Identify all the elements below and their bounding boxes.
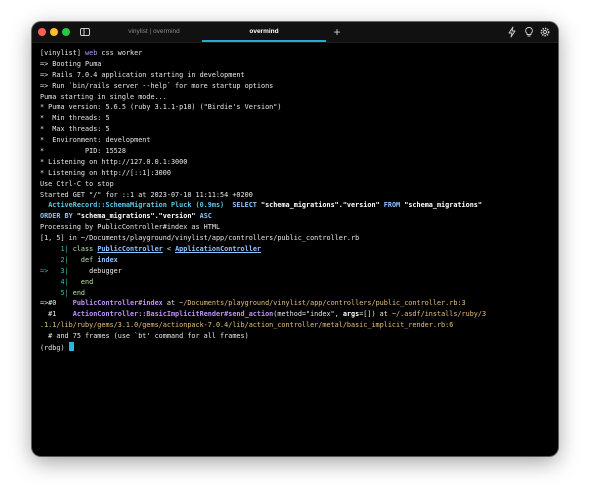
terminal-line: * Environment: development <box>40 135 552 146</box>
sidebar-icon[interactable] <box>79 26 91 38</box>
terminal-line: 1| class PublicController < ApplicationC… <box>40 244 552 255</box>
terminal-text: => Rails 7.0.4 application starting in d… <box>40 70 245 79</box>
terminal-line: [1, 5] in ~/Documents/playground/vinylis… <box>40 233 552 244</box>
lightning-icon[interactable] <box>506 26 518 38</box>
terminal-line: ORDER BY "schema_migrations"."version" A… <box>40 211 552 222</box>
terminal-text: =>#0 <box>40 299 73 308</box>
terminal-line: Processing by PublicController#index as … <box>40 222 552 233</box>
close-button[interactable] <box>38 28 46 36</box>
terminal-text: (method="index", <box>273 310 343 319</box>
terminal-text: index <box>97 255 118 264</box>
terminal-text: [1, 5] in ~/Documents/playground/vinylis… <box>40 234 360 243</box>
terminal-line: ActiveRecord::SchemaMigration Pluck (0.9… <box>40 200 552 211</box>
terminal-text: 4| <box>40 277 81 286</box>
tab-overmind[interactable]: overmind <box>202 22 326 42</box>
terminal-text: => 3| <box>40 266 90 275</box>
terminal-text: ActionController::BasicImplicitRender#se… <box>72 310 274 319</box>
terminal-line: * Max threads: 5 <box>40 124 552 135</box>
terminal-text: * PID: 15528 <box>40 147 126 156</box>
terminal-text: end <box>72 288 86 297</box>
terminal-text: * Puma version: 5.6.5 (ruby 3.1.1-p18) (… <box>40 103 282 112</box>
terminal-text: * Listening on http://127.0.0.1:3000 <box>40 157 188 166</box>
terminal-text: SELECT <box>232 201 257 210</box>
terminal-text: =[]) at <box>359 310 392 319</box>
terminal-text: ApplicationController <box>175 245 262 254</box>
terminal-text: Puma starting in single mode... <box>40 92 167 101</box>
terminal-text: ~/.asdf/installs/ruby/3 <box>391 310 487 319</box>
title-bar: vinylist | overmind overmind + <box>32 22 558 43</box>
terminal-text: "schema_migrations" <box>400 201 482 210</box>
terminal-text: .1.1/lib/ruby/gems/3.1.0/gems/actionpack… <box>40 321 454 330</box>
terminal-line: => Booting Puma <box>40 59 552 70</box>
terminal-text: # and 75 frames (use `bt' command for al… <box>40 332 249 341</box>
terminal-text: PublicController <box>97 245 163 254</box>
terminal-text: #1 <box>40 310 73 319</box>
tab-vinylist-overmind[interactable]: vinylist | overmind <box>92 22 216 42</box>
terminal-text: ORDER BY <box>40 212 73 221</box>
terminal-text: Processing by PublicController#index as … <box>40 223 221 232</box>
terminal-text: class <box>72 245 94 254</box>
terminal-window: vinylist | overmind overmind + [vinylist… <box>32 22 558 456</box>
terminal-line: * PID: 15528 <box>40 146 552 157</box>
terminal-text: 1| <box>40 245 73 254</box>
terminal-text: ASC <box>199 212 212 221</box>
terminal-text: web <box>85 49 98 57</box>
terminal-text: Use Ctrl-C to stop <box>40 179 114 188</box>
terminal-line: #1 ActionController::BasicImplicitRender… <box>40 309 552 320</box>
terminal-text: ActiveRecord::SchemaMigration Pluck (0.9… <box>48 201 225 210</box>
lightbulb-icon[interactable] <box>523 26 535 38</box>
terminal-line: * Listening on http://[::1]:3000 <box>40 168 552 179</box>
terminal-line: [vinylist] web css worker <box>40 48 552 59</box>
terminal-line: (rdbg) <box>40 342 552 353</box>
terminal-text: args <box>342 310 360 319</box>
terminal-text: ~/Documents/playground/vinylist/app/cont… <box>179 299 466 308</box>
terminal-text: * Min threads: 5 <box>40 114 110 123</box>
terminal-text: => Run `bin/rails server --help` for mor… <box>40 81 274 90</box>
terminal-line: * Min threads: 5 <box>40 113 552 124</box>
terminal-line: 5| end <box>40 288 552 299</box>
terminal-line: => Rails 7.0.4 application starting in d… <box>40 70 552 81</box>
terminal-line: Use Ctrl-C to stop <box>40 179 552 190</box>
terminal-text: PublicController#index <box>72 299 163 308</box>
terminal-cursor <box>68 342 74 352</box>
minimize-button[interactable] <box>50 28 58 36</box>
zoom-button[interactable] <box>62 28 70 36</box>
terminal-text: def <box>80 255 94 264</box>
terminal-line: Puma starting in single mode... <box>40 92 552 103</box>
terminal-text: FROM <box>383 201 401 210</box>
terminal-line: .1.1/lib/ruby/gems/3.1.0/gems/actionpack… <box>40 320 552 331</box>
terminal-text: * Environment: development <box>40 136 151 145</box>
terminal-line: * Listening on http://127.0.0.1:3000 <box>40 157 552 168</box>
terminal-text: "schema_migrations"."version" <box>72 212 200 221</box>
terminal-line: 2| def index <box>40 255 552 266</box>
terminal-text: * Max threads: 5 <box>40 125 110 134</box>
terminal-line: => Run `bin/rails server --help` for mor… <box>40 81 552 92</box>
terminal-text: (rdbg) <box>40 344 69 353</box>
terminal-text: debugger <box>89 266 122 275</box>
terminal-text: => Booting Puma <box>40 59 102 68</box>
terminal-line: Started GET "/" for ::1 at 2023-07-18 11… <box>40 190 552 201</box>
terminal-line: =>#0 PublicController#index at ~/Documen… <box>40 298 552 309</box>
new-tab-button[interactable]: + <box>330 25 344 39</box>
terminal-line: * Puma version: 5.6.5 (ruby 3.1.1-p18) (… <box>40 102 552 113</box>
terminal-text: "schema_migrations"."version" <box>256 201 384 210</box>
terminal-output[interactable]: [vinylist] web css worker => Booting Puma… <box>40 48 552 353</box>
terminal-text: [vinylist] <box>40 49 86 57</box>
terminal-line: # and 75 frames (use `bt' command for al… <box>40 331 552 342</box>
terminal-line: => 3| debugger <box>40 266 552 277</box>
terminal-text: at <box>162 299 180 308</box>
terminal-text: end <box>80 277 94 286</box>
terminal-text: < <box>162 245 176 254</box>
terminal-text: * Listening on http://[::1]:3000 <box>40 168 171 177</box>
terminal-text: Started GET "/" for ::1 at 2023-07-18 11… <box>40 190 253 199</box>
settings-icon[interactable] <box>539 26 551 38</box>
terminal-line: 4| end <box>40 277 552 288</box>
terminal-text: 5| <box>40 288 73 297</box>
active-tab-indicator <box>202 40 326 42</box>
terminal-text: css worker <box>97 49 143 57</box>
terminal-text: 2| <box>40 255 81 264</box>
